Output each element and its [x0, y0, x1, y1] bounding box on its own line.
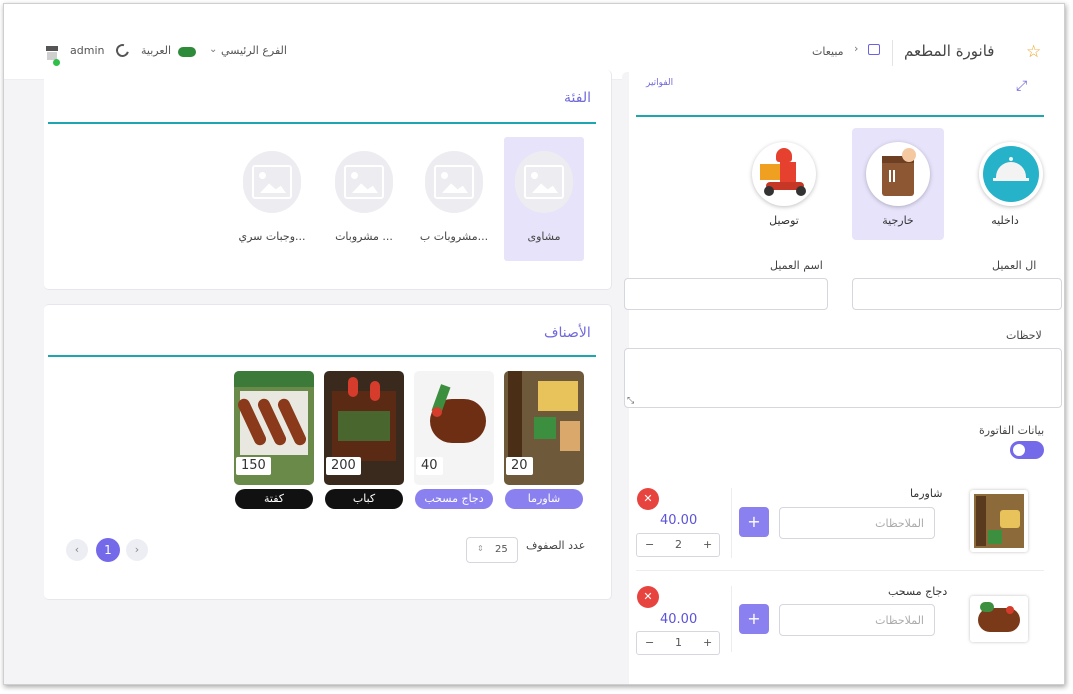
cart-item-name: دجاج مسحب [888, 585, 948, 598]
invoice-data-label: بيانات الفاتورة [979, 424, 1045, 437]
product-price: 150 [236, 457, 271, 475]
category-label: مشروبات ب... [419, 230, 489, 243]
product-name[interactable]: شاورما [505, 489, 583, 509]
order-type-delivery[interactable]: توصيل [738, 128, 830, 240]
remove-item-button[interactable]: ✕ [637, 586, 659, 608]
moon-icon[interactable] [113, 41, 132, 60]
cart-item-separator [731, 488, 732, 558]
category-label: مشروبات ... [335, 230, 393, 243]
customer-phone-label: ال العميل [992, 259, 1037, 272]
star-icon[interactable]: ☆ [1026, 42, 1041, 62]
title-divider [892, 40, 893, 66]
breadcrumb-current[interactable]: مبيعات [812, 45, 844, 58]
cart-item-separator [731, 586, 732, 652]
rows-per-page-label: عدد الصفوف [526, 539, 586, 552]
resize-handle-icon[interactable]: ⤡ [627, 396, 634, 406]
product-name[interactable]: كفتة [235, 489, 313, 509]
cart-item-note-field[interactable]: الملاحظات [779, 507, 935, 539]
next-page-button[interactable]: › [126, 539, 148, 561]
product-card[interactable]: 20 [504, 371, 584, 485]
cart-item-add-note-button[interactable]: + [739, 604, 769, 634]
chevron-down-icon[interactable]: ⌄ [209, 44, 217, 55]
image-placeholder-icon [425, 151, 483, 213]
category-divider [48, 122, 596, 124]
products-divider [48, 355, 596, 357]
product-card[interactable]: 200 [324, 371, 404, 485]
branch-select[interactable]: الفرع الرئيسي [221, 44, 287, 57]
image-placeholder-icon [243, 151, 301, 213]
customer-name-label: اسم العميل [770, 259, 823, 272]
category-title: الفئة [564, 90, 591, 106]
cart-item-name: شاورما [910, 487, 943, 500]
decrement-button[interactable]: − [645, 538, 654, 551]
prev-page-button[interactable]: ‹ [66, 539, 88, 561]
category-item[interactable]: مشاوى [504, 137, 584, 261]
product-card[interactable]: 40 [414, 371, 494, 485]
cart-item-note-field[interactable]: الملاحظات [779, 604, 935, 636]
quantity-value[interactable]: 2 [675, 538, 682, 551]
products-title: الأصناف [544, 325, 591, 341]
invoice-data-toggle[interactable] [1010, 441, 1044, 459]
cart-item-thumbnail [970, 490, 1028, 552]
remove-item-button[interactable]: ✕ [637, 488, 659, 510]
user-name[interactable]: admin [70, 44, 104, 57]
order-type-delivery-label: توصيل [769, 214, 799, 227]
category-item[interactable]: وجبات سري... [232, 137, 312, 261]
chevron-right-icon: › [854, 42, 859, 55]
product-price: 20 [506, 457, 533, 475]
category-panel: الفئة مشاوى مشروبات ب... مشروبات ... وجب… [44, 70, 612, 290]
delivery-scooter-icon [752, 142, 816, 206]
quantity-value[interactable]: 1 [675, 636, 682, 649]
product-name[interactable]: كباب [325, 489, 403, 509]
invoices-link[interactable]: الفواتير [646, 78, 673, 88]
decrement-button[interactable]: − [645, 636, 654, 649]
cart-item-add-note-button[interactable]: + [739, 507, 769, 537]
invoice-header [629, 72, 1064, 118]
product-price: 40 [416, 457, 443, 475]
rows-per-page-value[interactable]: 25 [495, 544, 508, 555]
top-bar: ☆ فانورة المطعم › مبيعات ⌄ الفرع الرئيسي… [4, 4, 1064, 80]
cart-item-thumbnail [970, 596, 1028, 642]
home-icon[interactable] [868, 44, 880, 55]
avatar[interactable] [44, 44, 60, 66]
cart-item-price: 40.00 [660, 513, 698, 528]
stepper-arrows-icon: ⇕ [477, 544, 484, 553]
order-type-takeaway-label: خارجية [882, 214, 914, 227]
invoice-divider [636, 115, 1044, 117]
customer-phone-field[interactable] [852, 278, 1062, 310]
dine-in-icon [979, 142, 1043, 206]
order-type-takeaway[interactable]: خارجية [852, 128, 944, 240]
image-placeholder-icon [515, 151, 573, 213]
current-page-button[interactable]: 1 [96, 538, 120, 562]
app-window: ☆ فانورة المطعم › مبيعات ⌄ الفرع الرئيسي… [3, 3, 1065, 685]
language-label[interactable]: العربية [141, 44, 171, 57]
page-title: فانورة المطعم [904, 42, 995, 60]
cart-item-price: 40.00 [660, 612, 698, 627]
notes-textarea[interactable]: ⤡ [624, 348, 1062, 408]
notes-label: لاحظات [1006, 329, 1042, 342]
quantity-stepper[interactable]: − 2 + [636, 533, 720, 557]
products-panel: الأصناف 20 شاورما 40 دجاج مسحب 200 كباب [44, 304, 612, 600]
increment-button[interactable]: + [703, 636, 712, 649]
order-type-dine-in-label: داخليه [991, 214, 1019, 227]
cart-row-divider [636, 570, 1044, 571]
category-item[interactable]: مشروبات ... [324, 137, 404, 261]
category-label: مشاوى [527, 230, 561, 243]
order-type-dine-in[interactable]: داخليه [969, 128, 1061, 240]
image-placeholder-icon [335, 151, 393, 213]
expand-icon[interactable]: ⤢ [1016, 78, 1027, 94]
product-price: 200 [326, 457, 361, 475]
category-item[interactable]: مشروبات ب... [414, 137, 494, 261]
category-label: وجبات سري... [238, 230, 306, 243]
rows-per-page-select[interactable]: ⇕ 25 [466, 537, 518, 563]
customer-name-field[interactable] [624, 278, 828, 310]
product-card[interactable]: 150 [234, 371, 314, 485]
increment-button[interactable]: + [703, 538, 712, 551]
quantity-stepper[interactable]: − 1 + [636, 631, 720, 655]
language-flag-icon[interactable] [178, 47, 196, 57]
product-name[interactable]: دجاج مسحب [415, 489, 493, 509]
takeaway-bag-icon [866, 142, 930, 206]
